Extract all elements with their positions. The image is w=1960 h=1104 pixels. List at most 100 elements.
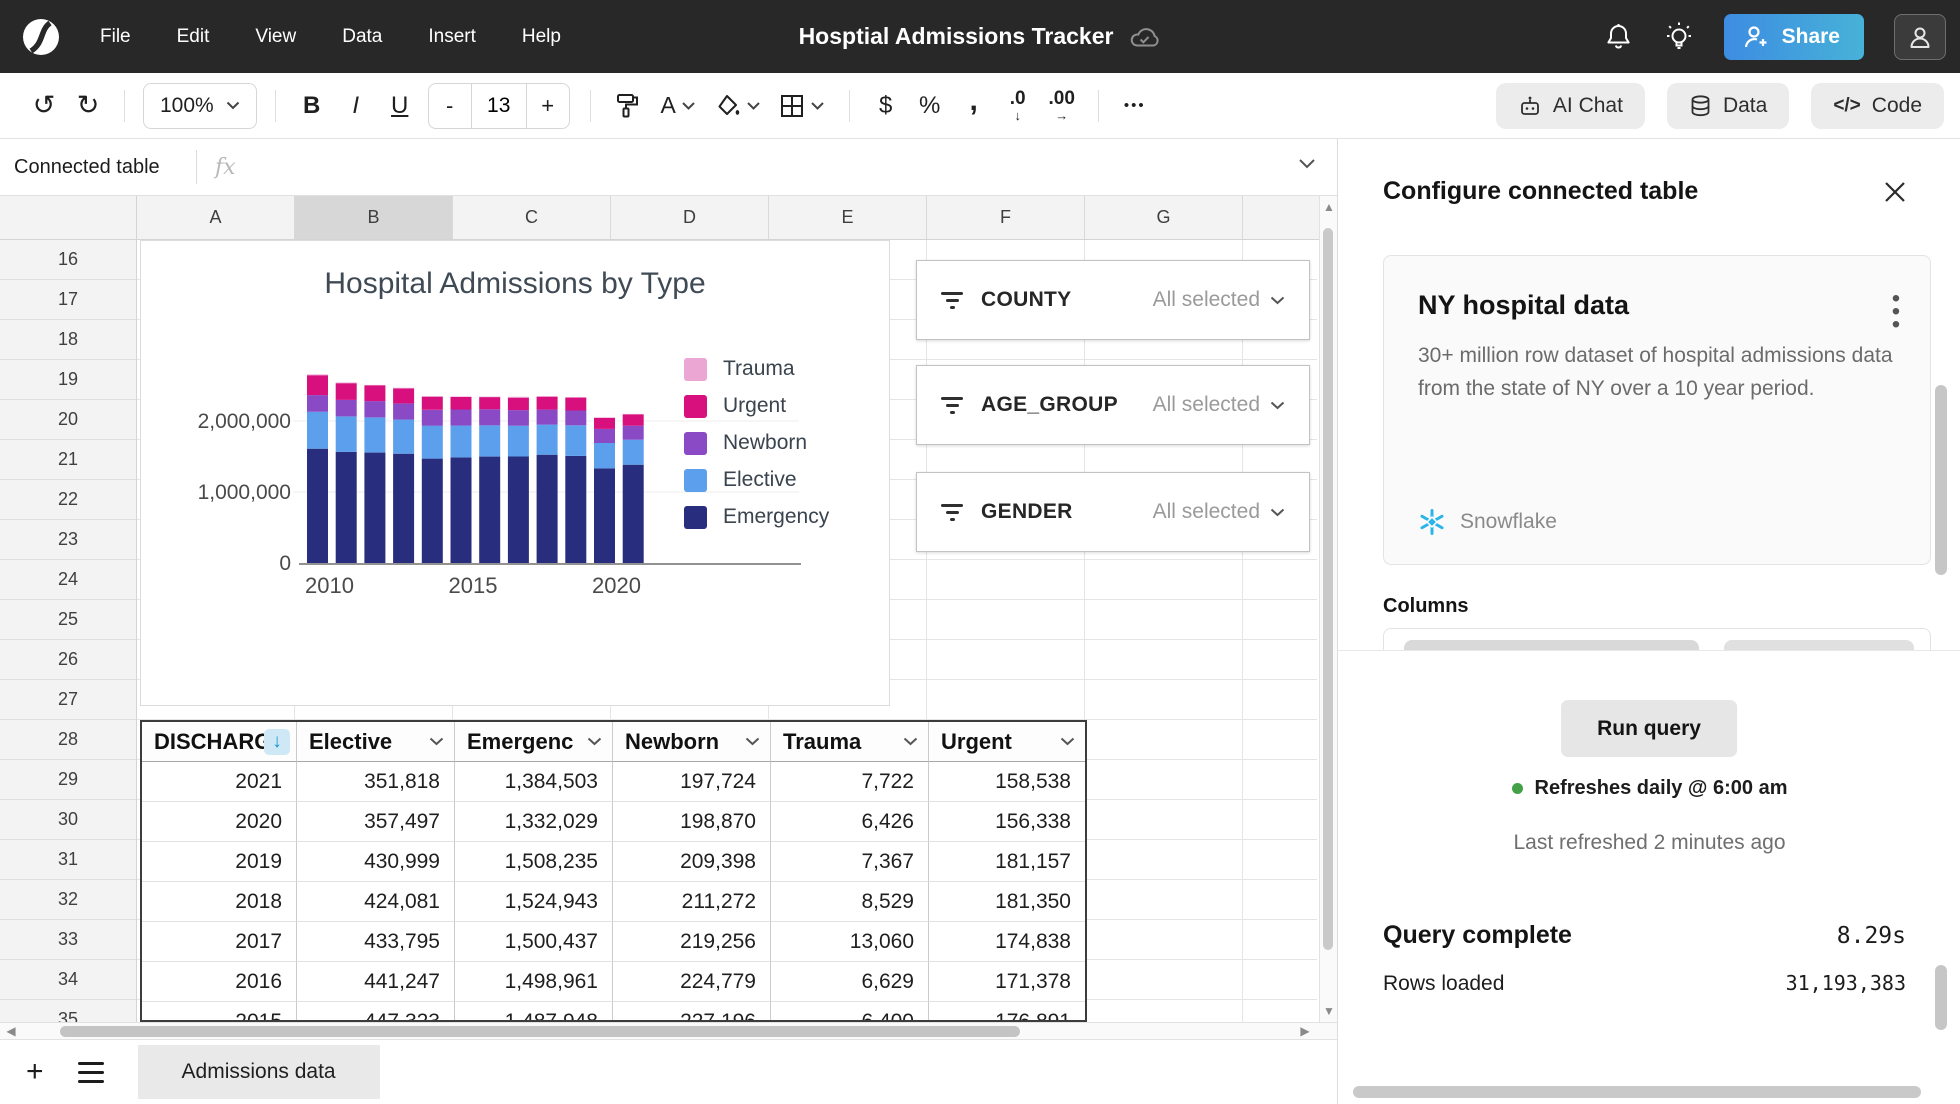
chart-object[interactable]: Hospital Admissions by Type 01,000,0002,…	[140, 240, 890, 706]
borders-button[interactable]	[769, 83, 835, 129]
font-size-decrease-button[interactable]: -	[429, 84, 471, 128]
vertical-scrollbar-thumb[interactable]	[1323, 228, 1333, 950]
table-cell[interactable]: 171,378	[929, 962, 1085, 1002]
table-cell[interactable]: 198,870	[613, 802, 771, 842]
currency-format-button[interactable]: $	[864, 83, 908, 129]
table-cell[interactable]: 1,332,029	[455, 802, 613, 842]
kebab-menu-icon[interactable]: •••	[1886, 292, 1906, 332]
app-logo-icon[interactable]	[20, 16, 62, 58]
row-header-22[interactable]: 22	[0, 480, 136, 520]
row-header-30[interactable]: 30	[0, 800, 136, 840]
feedback-lightbulb-icon[interactable]	[1664, 22, 1694, 52]
filter-card-county[interactable]: COUNTYAll selected	[916, 260, 1310, 340]
menu-item-edit[interactable]: Edit	[177, 26, 210, 48]
table-cell[interactable]: 1,524,943	[455, 882, 613, 922]
formula-bar-expand-button[interactable]	[1298, 158, 1316, 169]
table-cell[interactable]: 156,338	[929, 802, 1085, 842]
table-cell[interactable]: 227,196	[613, 1002, 771, 1022]
add-sheet-button[interactable]: +	[26, 1057, 44, 1087]
table-cell[interactable]: 2016	[142, 962, 297, 1002]
menu-item-help[interactable]: Help	[522, 26, 561, 48]
row-header-18[interactable]: 18	[0, 320, 136, 360]
table-cell[interactable]: 357,497	[297, 802, 455, 842]
table-cell[interactable]: 176,891	[929, 1002, 1085, 1022]
table-cell[interactable]: 2018	[142, 882, 297, 922]
column-header-C[interactable]: C	[453, 196, 611, 239]
row-header-34[interactable]: 34	[0, 960, 136, 1000]
row-header-21[interactable]: 21	[0, 440, 136, 480]
text-color-button[interactable]: A	[649, 83, 707, 129]
column-header-B[interactable]: B	[295, 196, 453, 239]
panel-horizontal-scrollbar[interactable]	[1353, 1086, 1921, 1098]
percent-format-button[interactable]: %	[908, 83, 952, 129]
row-header-29[interactable]: 29	[0, 760, 136, 800]
table-cell[interactable]: 211,272	[613, 882, 771, 922]
table-cell[interactable]: 441,247	[297, 962, 455, 1002]
fill-color-button[interactable]	[707, 83, 769, 129]
table-cell[interactable]: 430,999	[297, 842, 455, 882]
table-header-trauma[interactable]: Trauma	[771, 722, 929, 762]
table-cell[interactable]: 424,081	[297, 882, 455, 922]
table-cell[interactable]: 433,795	[297, 922, 455, 962]
table-cell[interactable]: 209,398	[613, 842, 771, 882]
column-header-A[interactable]: A	[137, 196, 295, 239]
filter-selected-value[interactable]: All selected	[1153, 500, 1285, 524]
decrease-decimals-button[interactable]: .0↓	[996, 83, 1040, 129]
table-header-elective[interactable]: Elective	[297, 722, 455, 762]
paint-format-icon[interactable]	[605, 83, 649, 129]
row-header-17[interactable]: 17	[0, 280, 136, 320]
bold-button[interactable]: B	[290, 83, 334, 129]
row-header-24[interactable]: 24	[0, 560, 136, 600]
table-cell[interactable]: 219,256	[613, 922, 771, 962]
table-cell[interactable]: 6,629	[771, 962, 929, 1002]
filter-card-gender[interactable]: GENDERAll selected	[916, 472, 1310, 552]
column-header-E[interactable]: E	[769, 196, 927, 239]
row-header-33[interactable]: 33	[0, 920, 136, 960]
grid-corner-cell[interactable]	[0, 196, 137, 240]
table-header-emergenc[interactable]: Emergenc	[455, 722, 613, 762]
account-avatar-button[interactable]	[1894, 14, 1946, 60]
panel-scrollbar-thumb[interactable]	[1935, 965, 1947, 1030]
sheet-list-menu-icon[interactable]	[78, 1062, 104, 1083]
table-cell[interactable]: 2015	[142, 1002, 297, 1022]
comma-format-button[interactable]: ,	[952, 83, 996, 129]
table-cell[interactable]: 158,538	[929, 762, 1085, 802]
table-cell[interactable]: 2021	[142, 762, 297, 802]
table-cell[interactable]: 6,426	[771, 802, 929, 842]
italic-button[interactable]: I	[334, 83, 378, 129]
table-cell[interactable]: 181,350	[929, 882, 1085, 922]
horizontal-scrollbar-thumb[interactable]	[60, 1026, 1020, 1037]
row-header-16[interactable]: 16	[0, 240, 136, 280]
font-size-increase-button[interactable]: +	[527, 84, 569, 128]
code-button[interactable]: </> Code	[1811, 83, 1944, 129]
underline-button[interactable]: U	[378, 83, 422, 129]
redo-button[interactable]: ↻	[66, 83, 110, 129]
share-button[interactable]: Share	[1724, 14, 1864, 60]
filter-card-age_group[interactable]: AGE_GROUPAll selected	[916, 365, 1310, 445]
row-header-23[interactable]: 23	[0, 520, 136, 560]
row-header-28[interactable]: 28	[0, 720, 136, 760]
scroll-left-icon[interactable]: ◀	[2, 1024, 20, 1038]
table-cell[interactable]: 13,060	[771, 922, 929, 962]
close-icon[interactable]	[1880, 177, 1910, 207]
table-cell[interactable]: 224,779	[613, 962, 771, 1002]
table-cell[interactable]: 2019	[142, 842, 297, 882]
zoom-dropdown[interactable]: 100%	[143, 83, 257, 129]
filter-selected-value[interactable]: All selected	[1153, 393, 1285, 417]
table-cell[interactable]: 1,508,235	[455, 842, 613, 882]
column-header-D[interactable]: D	[611, 196, 769, 239]
table-cell[interactable]: 2020	[142, 802, 297, 842]
table-cell[interactable]: 6,400	[771, 1002, 929, 1022]
ai-chat-button[interactable]: AI Chat	[1496, 83, 1645, 129]
table-cell[interactable]: 1,500,437	[455, 922, 613, 962]
row-header-25[interactable]: 25	[0, 600, 136, 640]
panel-scrollbar-thumb[interactable]	[1935, 385, 1947, 575]
table-cell[interactable]: 447,323	[297, 1002, 455, 1022]
row-header-19[interactable]: 19	[0, 360, 136, 400]
more-options-button[interactable]: •••	[1113, 83, 1157, 129]
row-header-20[interactable]: 20	[0, 400, 136, 440]
scroll-down-icon[interactable]: ▼	[1320, 1004, 1338, 1018]
table-cell[interactable]: 197,724	[613, 762, 771, 802]
table-cell[interactable]: 181,157	[929, 842, 1085, 882]
menu-item-data[interactable]: Data	[342, 26, 382, 48]
